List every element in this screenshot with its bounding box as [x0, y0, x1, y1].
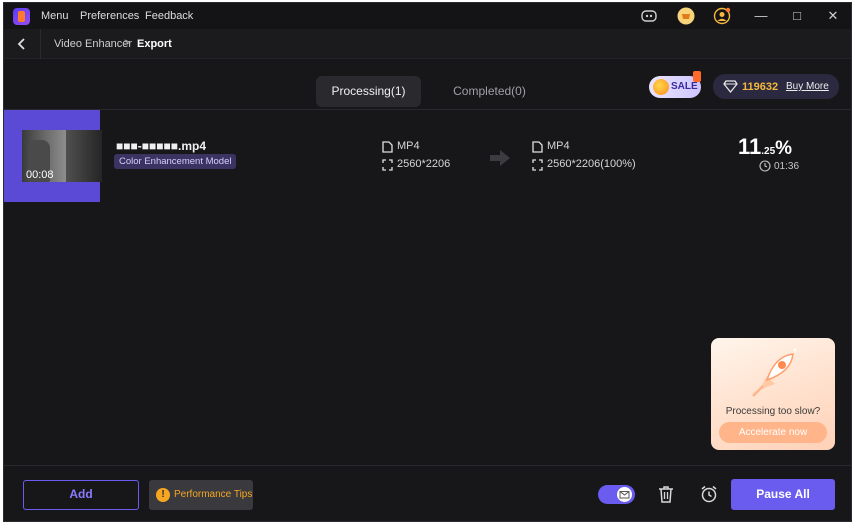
tab-completed[interactable]: Completed(0) [437, 76, 542, 107]
mail-icon [619, 491, 630, 499]
performance-tips-label: Performance Tips [174, 489, 253, 500]
warning-icon: ! [156, 488, 170, 502]
progress-unit: % [775, 138, 793, 159]
resolution-icon [382, 159, 393, 171]
back-arrow-icon[interactable] [14, 36, 30, 52]
alarm-clock-icon[interactable] [699, 484, 719, 504]
accelerate-button[interactable]: Accelerate now [719, 422, 827, 443]
rocket-icon [752, 348, 797, 397]
sale-label: SALE [671, 81, 698, 92]
coin-icon [653, 79, 669, 95]
maximize-icon[interactable]: □ [788, 7, 806, 25]
flag-icon [693, 71, 701, 82]
trash-icon[interactable] [656, 484, 676, 504]
accelerate-promo-card[interactable]: Processing too slow? Accelerate now [711, 338, 835, 450]
credits-value: 119632 [742, 81, 779, 93]
input-resolution: 2560*2206 [397, 158, 451, 170]
preferences-button[interactable]: Preferences [80, 10, 139, 22]
progress-percent: 11.25% [738, 134, 792, 160]
breadcrumb-separator: > [124, 37, 131, 49]
add-button[interactable]: Add [23, 480, 139, 510]
app-window: Menu Preferences Feedback — □ ✕ Video En… [3, 2, 852, 522]
performance-tips-button[interactable]: ! Performance Tips [149, 480, 253, 510]
progress-decimal: .25 [761, 146, 776, 157]
clock-icon [759, 160, 771, 172]
divider [40, 29, 41, 59]
account-icon[interactable] [713, 7, 731, 25]
input-format: MP4 [397, 140, 420, 152]
title-bar: Menu Preferences Feedback — □ ✕ [4, 3, 851, 29]
divider [4, 465, 851, 466]
discord-icon[interactable] [640, 7, 658, 25]
output-format: MP4 [547, 140, 570, 152]
menu-button[interactable]: Menu [41, 10, 69, 22]
time-remaining: 01:36 [774, 161, 800, 172]
promo-text: Processing too slow? [725, 406, 821, 417]
sale-badge[interactable]: SALE [649, 71, 701, 98]
feedback-button[interactable]: Feedback [145, 10, 193, 22]
video-duration: 00:08 [26, 169, 54, 181]
resolution-icon [532, 159, 543, 171]
shop-icon[interactable] [677, 7, 695, 25]
breadcrumb-parent[interactable]: Video Enhancer [54, 38, 132, 50]
breadcrumb-current: Export [137, 38, 172, 50]
diamond-icon [723, 80, 738, 94]
breadcrumb: Video Enhancer > Export [4, 29, 851, 59]
minimize-icon[interactable]: — [752, 7, 770, 25]
arrow-right-icon [490, 150, 510, 166]
close-icon[interactable]: ✕ [824, 7, 842, 25]
buy-more-link[interactable]: Buy More [786, 81, 829, 92]
toggle-knob [617, 487, 632, 502]
email-notify-toggle[interactable] [598, 485, 635, 504]
credits-panel: 119632 Buy More [713, 74, 839, 99]
model-tag: Color Enhancement Model [114, 154, 237, 169]
tab-processing[interactable]: Processing(1) [316, 76, 421, 107]
file-name: ■■■-■■■■■.mp4 [116, 139, 206, 153]
output-resolution: 2560*2206(100%) [547, 158, 636, 170]
app-logo [13, 8, 30, 25]
file-icon [532, 141, 543, 153]
divider [4, 109, 851, 110]
progress-integer: 11 [738, 134, 762, 159]
pause-all-button[interactable]: Pause All [731, 479, 835, 510]
file-icon [382, 141, 393, 153]
